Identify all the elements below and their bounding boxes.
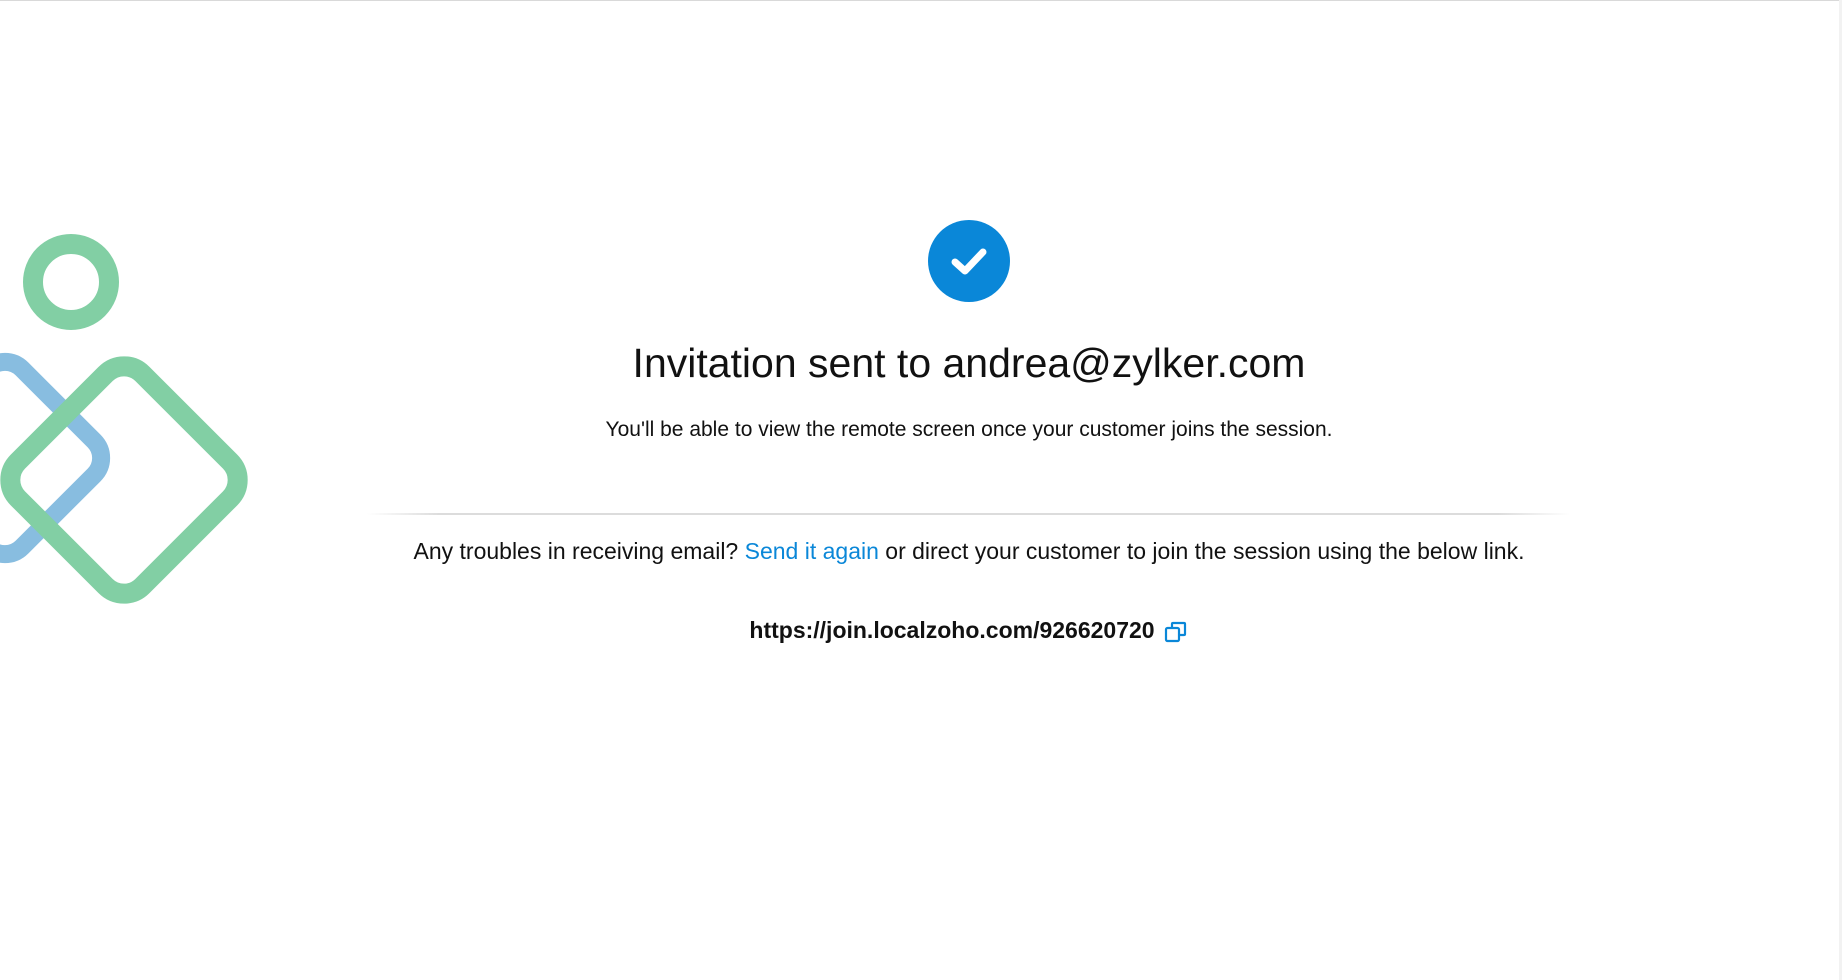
copy-icon[interactable]: [1163, 619, 1189, 645]
join-link-row: https://join.localzoho.com/926620720: [0, 614, 1842, 646]
check-circle-icon: [928, 220, 1010, 302]
send-again-link[interactable]: Send it again: [745, 538, 879, 564]
email-trouble-text: Any troubles in receiving email? Send it…: [0, 535, 1842, 567]
email-trouble-prefix: Any troubles in receiving email?: [413, 538, 739, 564]
invitation-sent-page: Invitation sent to andrea@zylker.com You…: [0, 0, 1842, 980]
top-border: [0, 0, 1842, 1]
join-link-text: https://join.localzoho.com/926620720: [749, 617, 1155, 643]
decor-green-ring: [23, 234, 119, 330]
email-trouble-suffix: or direct your customer to join the sess…: [885, 538, 1525, 564]
page-title: Invitation sent to andrea@zylker.com: [632, 340, 1306, 386]
section-divider: [367, 513, 1570, 515]
page-subtitle: You'll be able to view the remote screen…: [605, 418, 1333, 441]
checkmark-icon: [951, 248, 987, 275]
